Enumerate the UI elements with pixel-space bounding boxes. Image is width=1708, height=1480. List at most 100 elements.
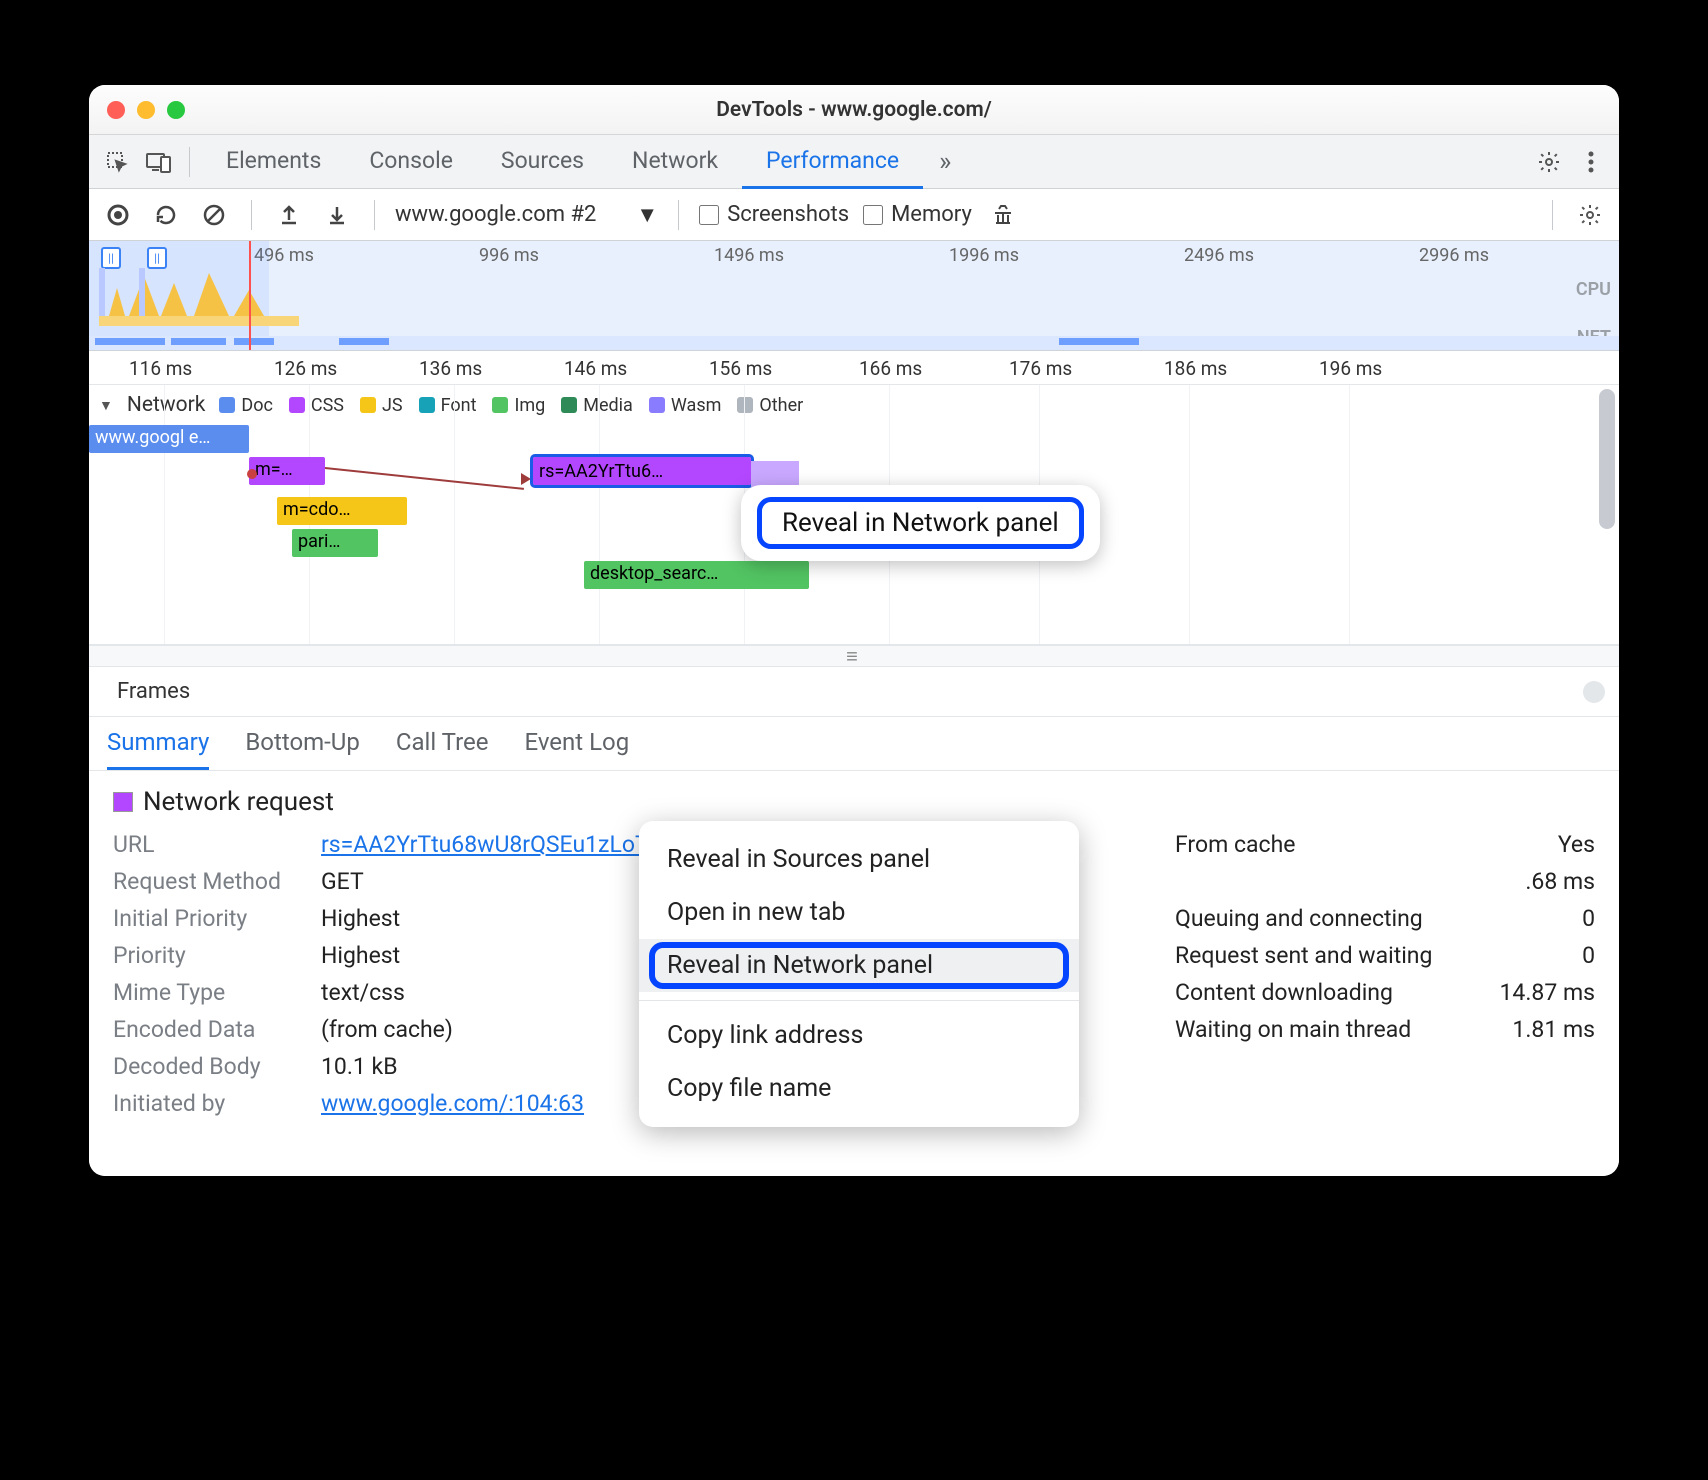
initiator-dot-icon bbox=[247, 469, 257, 479]
tab-elements[interactable]: Elements bbox=[202, 135, 345, 189]
bar-js[interactable]: m=cdo… bbox=[277, 497, 407, 525]
wf-row: desktop_searc… bbox=[89, 561, 1619, 601]
ctx-copy-link[interactable]: Copy link address bbox=[639, 1009, 1079, 1062]
ruler-tick: 196 ms bbox=[1319, 357, 1382, 380]
tab-performance[interactable]: Performance bbox=[742, 135, 923, 189]
summary-key: From cache bbox=[1175, 831, 1295, 858]
overview-strip[interactable]: 496 ms 996 ms 1496 ms 1996 ms 2496 ms 29… bbox=[89, 241, 1619, 351]
ruler-tick: 146 ms bbox=[564, 357, 627, 380]
legend: Doc CSS JS Font Img Media Wasm Other bbox=[219, 395, 803, 416]
ruler-tick: 156 ms bbox=[709, 357, 772, 380]
playhead bbox=[249, 241, 251, 350]
garbage-icon[interactable] bbox=[986, 198, 1020, 232]
summary-key: Decoded Body bbox=[113, 1053, 303, 1080]
selection-handle-right[interactable]: || bbox=[147, 247, 167, 269]
screenshots-checkbox[interactable]: Screenshots bbox=[699, 202, 849, 227]
devtools-window: DevTools - www.google.com/ Elements Cons… bbox=[89, 85, 1619, 1176]
ov-tick: 2496 ms bbox=[1184, 245, 1254, 266]
titlebar: DevTools - www.google.com/ bbox=[89, 85, 1619, 135]
window-title: DevTools - www.google.com/ bbox=[89, 98, 1619, 122]
tab-bottom-up[interactable]: Bottom-Up bbox=[245, 717, 360, 770]
scrollbar-thumb[interactable] bbox=[1583, 681, 1605, 703]
legend-wasm: Wasm bbox=[671, 395, 722, 416]
summary-value: GET bbox=[321, 868, 364, 895]
legend-media: Media bbox=[583, 395, 633, 416]
waterfall[interactable]: ▼ Network Doc CSS JS Font Img Media Wasm… bbox=[89, 385, 1619, 645]
profile-select-label: www.google.com #2 bbox=[395, 202, 596, 227]
resizer-handle[interactable]: ≡ bbox=[89, 645, 1619, 667]
flame-mini bbox=[99, 268, 339, 326]
menu-separator bbox=[639, 1000, 1079, 1001]
kebab-icon[interactable] bbox=[1573, 144, 1609, 180]
ruler-tick: 176 ms bbox=[1009, 357, 1072, 380]
summary-value: 10.1 kB bbox=[321, 1053, 398, 1080]
device-toggle-icon[interactable] bbox=[141, 144, 177, 180]
ctx-reveal-network[interactable]: Reveal in Network panel bbox=[639, 939, 1079, 992]
network-track-header[interactable]: ▼ Network Doc CSS JS Font Img Media Wasm… bbox=[89, 385, 1619, 425]
ruler-tick: 186 ms bbox=[1164, 357, 1227, 380]
summary-key: Request sent and waiting bbox=[1175, 942, 1432, 969]
bar-img2[interactable]: desktop_searc… bbox=[584, 561, 809, 589]
summary-value: 0 bbox=[1582, 942, 1595, 969]
summary-key: Encoded Data bbox=[113, 1016, 303, 1043]
summary-key: URL bbox=[113, 831, 303, 858]
tooltip-text: Reveal in Network panel bbox=[757, 497, 1084, 549]
ov-tick: 1496 ms bbox=[714, 245, 784, 266]
tab-summary[interactable]: Summary bbox=[107, 717, 209, 770]
legend-other: Other bbox=[759, 395, 803, 416]
close-icon[interactable] bbox=[107, 101, 125, 119]
minimize-icon[interactable] bbox=[137, 101, 155, 119]
ov-tick: 996 ms bbox=[479, 245, 539, 266]
tab-sources[interactable]: Sources bbox=[477, 135, 608, 189]
summary-row: Queuing and connecting0 bbox=[1175, 905, 1595, 932]
ctx-open-new-tab[interactable]: Open in new tab bbox=[639, 886, 1079, 939]
record-icon[interactable] bbox=[101, 198, 135, 232]
summary-heading: Network request bbox=[143, 787, 334, 817]
tab-network[interactable]: Network bbox=[608, 135, 742, 189]
download-icon[interactable] bbox=[320, 198, 354, 232]
summary-value: 1.81 ms bbox=[1512, 1016, 1595, 1043]
bar-css-selected[interactable]: rs=AA2YrTtu6… bbox=[533, 457, 751, 485]
summary-key: Queuing and connecting bbox=[1175, 905, 1423, 932]
summary-key: Waiting on main thread bbox=[1175, 1016, 1411, 1043]
summary-panel: Network request URLrs=AA2YrTtu68wU8rQSEu… bbox=[89, 771, 1619, 1176]
frames-track[interactable]: Frames bbox=[89, 667, 1619, 717]
tab-call-tree[interactable]: Call Tree bbox=[396, 717, 489, 770]
summary-value: (from cache) bbox=[321, 1016, 453, 1043]
selection-handle-left[interactable]: || bbox=[101, 247, 121, 269]
bar-css[interactable]: m=… bbox=[249, 457, 325, 485]
track-label: Network bbox=[127, 393, 206, 417]
gear-icon[interactable] bbox=[1531, 144, 1567, 180]
disclosure-triangle-icon[interactable]: ▼ bbox=[99, 397, 113, 414]
zoom-icon[interactable] bbox=[167, 101, 185, 119]
bar-img[interactable]: pari… bbox=[292, 529, 378, 557]
summary-row: Waiting on main thread 1.81 ms bbox=[1175, 1016, 1595, 1043]
upload-icon[interactable] bbox=[272, 198, 306, 232]
memory-checkbox[interactable]: Memory bbox=[863, 202, 972, 227]
reload-icon[interactable] bbox=[149, 198, 183, 232]
tab-console[interactable]: Console bbox=[345, 135, 477, 189]
tab-event-log[interactable]: Event Log bbox=[524, 717, 629, 770]
summary-value: Yes bbox=[1558, 831, 1595, 858]
main-tab-strip: Elements Console Sources Network Perform… bbox=[89, 135, 1619, 189]
frames-label: Frames bbox=[117, 679, 190, 704]
panel-settings-icon[interactable] bbox=[1573, 198, 1607, 232]
summary-key: Initial Priority bbox=[113, 905, 303, 932]
more-tabs-icon[interactable]: » bbox=[929, 147, 961, 177]
summary-link[interactable]: www.google.com/:104:63 bbox=[321, 1090, 584, 1117]
ov-tick: 1996 ms bbox=[949, 245, 1019, 266]
summary-key: Request Method bbox=[113, 868, 303, 895]
context-menu: Reveal in Sources panel Open in new tab … bbox=[639, 821, 1079, 1127]
profile-select[interactable]: www.google.com #2▼ bbox=[395, 202, 658, 228]
inspect-icon[interactable] bbox=[99, 144, 135, 180]
summary-key: Content downloading bbox=[1175, 979, 1393, 1006]
bar-doc[interactable]: www.googl e… bbox=[89, 425, 249, 453]
memory-label: Memory bbox=[891, 202, 972, 227]
ctx-reveal-sources[interactable]: Reveal in Sources panel bbox=[639, 833, 1079, 886]
ruler-tick: 116 ms bbox=[129, 357, 192, 380]
summary-value: .68 ms bbox=[1525, 868, 1595, 895]
summary-row: .68 ms bbox=[1175, 868, 1595, 895]
ctx-copy-filename[interactable]: Copy file name bbox=[639, 1062, 1079, 1115]
summary-key: Mime Type bbox=[113, 979, 303, 1006]
clear-icon[interactable] bbox=[197, 198, 231, 232]
